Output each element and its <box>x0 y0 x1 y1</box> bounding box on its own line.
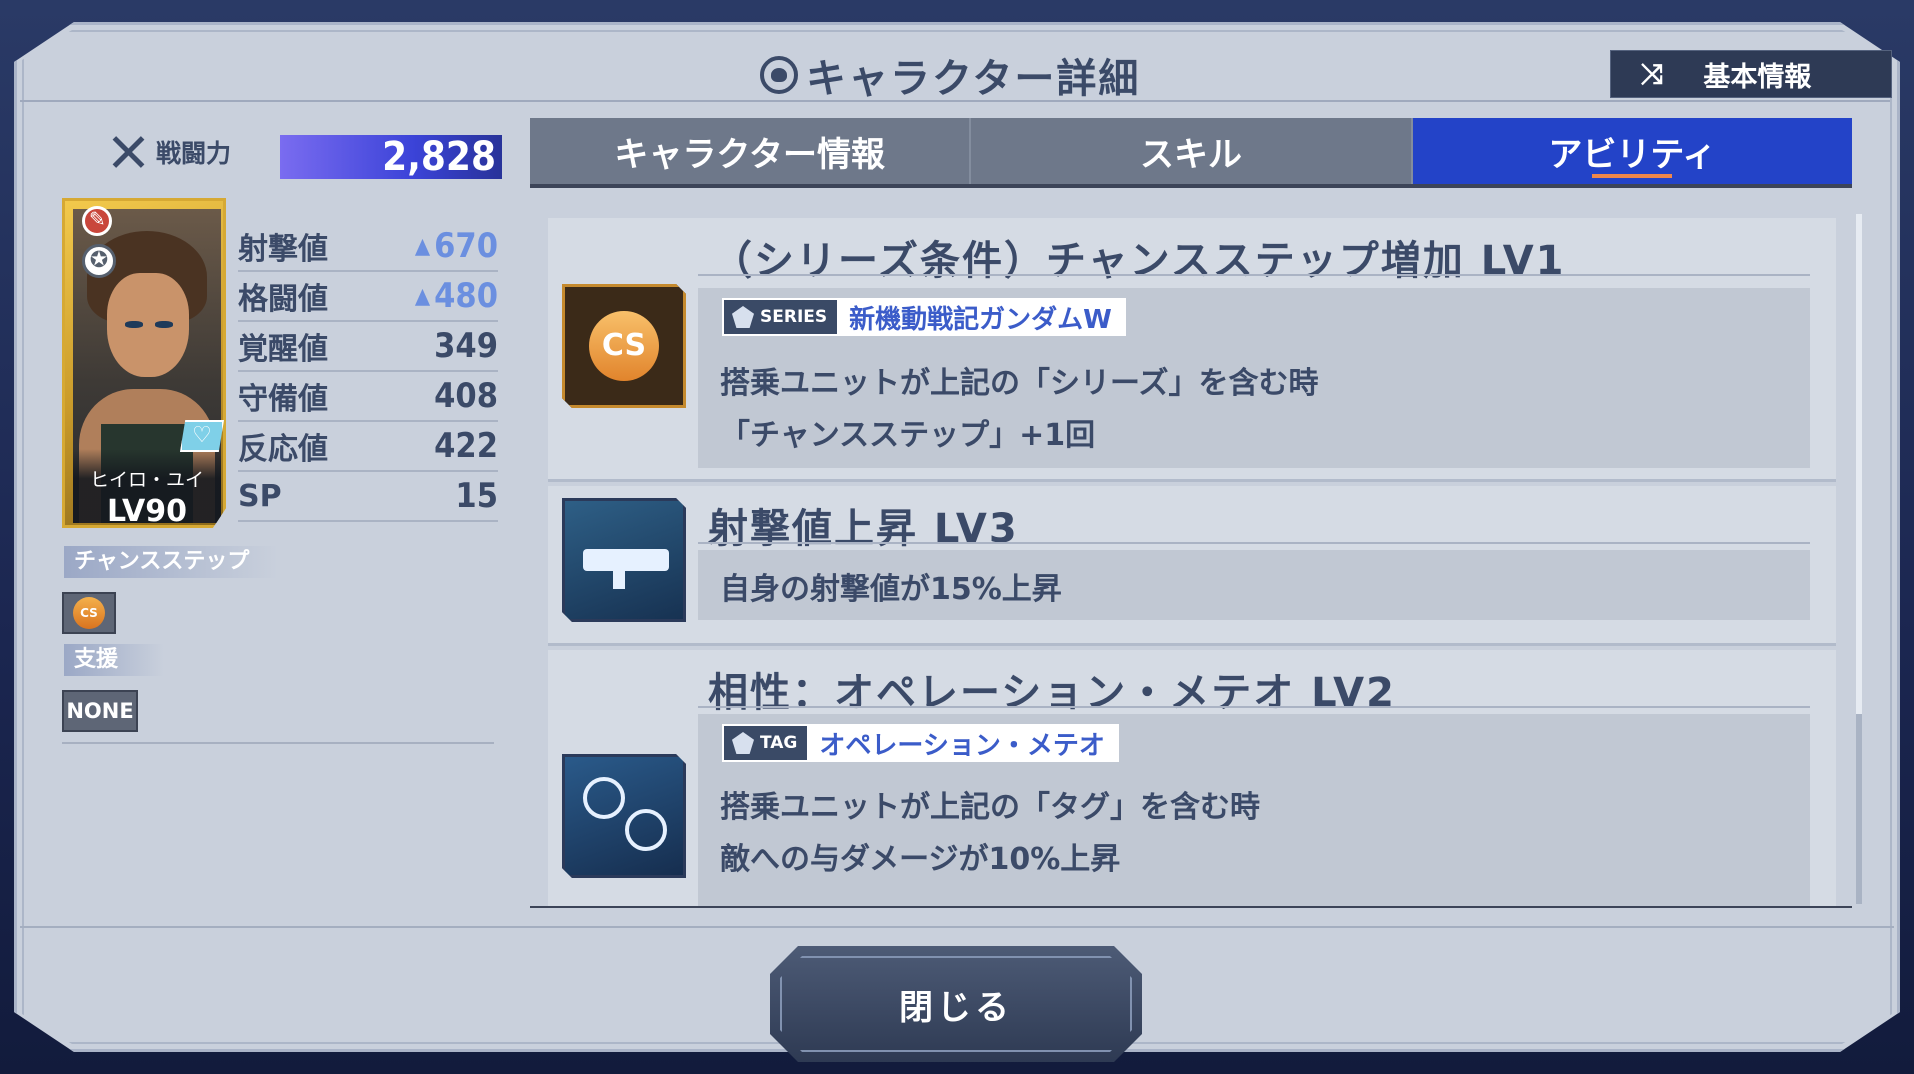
gun-body <box>583 549 669 571</box>
ability-title: 射撃値上昇 LV3 <box>708 506 1019 552</box>
character-name-box: ヒイロ・ユイ LV90 <box>73 449 221 523</box>
character-icon <box>760 56 798 94</box>
tag-name: オペレーション・メテオ <box>819 730 1105 761</box>
basic-info-label: 基本情報 <box>1703 61 1812 93</box>
chip-kind-label: TAG <box>760 733 798 753</box>
stat-value: ▲ 480 <box>415 276 498 316</box>
description-line: 自身の射撃値が15%上昇 <box>720 572 1062 607</box>
chance-step-ability-icon: CS <box>562 284 686 408</box>
stat-number: 670 <box>434 226 498 266</box>
stat-value: 15 <box>455 476 498 516</box>
basic-info-button[interactable]: ⤨ 基本情報 <box>1610 50 1892 98</box>
shuffle-icon: ⤨ <box>1641 57 1664 90</box>
description-line: 敵への与ダメージが10%上昇 <box>720 842 1121 877</box>
cs-icon: CS <box>589 311 659 381</box>
footer-divider <box>20 926 1894 928</box>
ability-description: 自身の射撃値が15%上昇 <box>698 550 1810 620</box>
ability-title: 相性：オペレーション・メテオ LV2 <box>708 670 1396 716</box>
support-value: NONE <box>62 690 138 732</box>
stat-value: 349 <box>434 326 498 366</box>
character-level: LV90 <box>107 494 187 523</box>
tab-skill[interactable]: スキル <box>971 118 1413 184</box>
ability-card: 射撃値上昇 LV3 自身の射撃値が15%上昇 <box>548 486 1836 646</box>
scroll-thumb[interactable] <box>1856 214 1862 714</box>
title-underline <box>698 274 1810 276</box>
tag-chip-kind: TAG <box>724 726 808 760</box>
header-divider <box>20 100 1890 102</box>
stat-value: ▲ 670 <box>415 226 498 266</box>
stat-label: 射撃値 <box>238 232 328 267</box>
series-chip-kind: SERIES <box>724 300 838 334</box>
power-label-group: 戦闘力 <box>108 132 231 172</box>
header: キャラクター詳細 ⤨ 基本情報 <box>20 30 1892 104</box>
pilot-badge-shape <box>625 809 667 851</box>
stat-label: 反応値 <box>238 432 328 467</box>
ability-description: TAG オペレーション・メテオ 搭乗ユニットが上記の「タグ」を含む時 敵への与ダ… <box>698 714 1810 908</box>
stat-row: 格闘値 ▲ 480 <box>238 272 498 322</box>
crossed-swords-icon <box>108 132 148 172</box>
description-line: 「チャンスステップ」+1回 <box>720 418 1096 453</box>
stat-label: 覚醒値 <box>238 332 328 367</box>
chance-step-label: チャンスステップ <box>64 546 278 578</box>
gun-grip <box>613 567 625 589</box>
stat-row: 反応値 422 <box>238 422 498 472</box>
stat-value: 408 <box>434 376 498 416</box>
stat-label: 守備値 <box>238 382 328 417</box>
up-arrow-icon: ▲ <box>414 283 431 309</box>
pilot-tag-icon <box>562 754 686 878</box>
stat-row: 射撃値 ▲ 670 <box>238 222 498 272</box>
stat-label: 格闘値 <box>238 282 328 317</box>
tab-ability[interactable]: アビリティ <box>1412 118 1852 184</box>
support-label: 支援 <box>64 644 164 676</box>
stats-list: 射撃値 ▲ 670 格闘値 ▲ 480 覚醒値 349 守備値 408 反応値 42… <box>238 222 498 522</box>
list-bottom-border <box>530 906 1852 908</box>
up-arrow-icon: ▲ <box>414 233 431 259</box>
gundam-head-icon <box>732 306 754 328</box>
title-underline <box>698 706 1810 708</box>
portrait-face <box>107 273 189 377</box>
left-divider <box>62 742 494 744</box>
close-button[interactable]: 閉じる <box>770 946 1142 1062</box>
title-group: キャラクター詳細 <box>760 46 1140 104</box>
tag-chip: TAG オペレーション・メテオ <box>722 724 1119 762</box>
ability-list[interactable]: CS （シリーズ条件）チャンスステップ増加 LV1 SERIES 新機動戦記ガン… <box>548 218 1836 908</box>
gundam-head-icon <box>732 732 754 754</box>
heart-icon: ♡ <box>180 420 224 452</box>
role-badge-icon <box>82 206 112 236</box>
portrait-eye-right <box>155 321 173 328</box>
ability-title: （シリーズ条件）チャンスステップ増加 LV1 <box>712 238 1566 284</box>
star-badge-icon: ✪ <box>82 244 116 278</box>
power-value: 2,828 <box>280 135 502 179</box>
stat-row: 守備値 408 <box>238 372 498 422</box>
stat-label: SP <box>238 478 282 514</box>
ability-card: CS （シリーズ条件）チャンスステップ増加 LV1 SERIES 新機動戦記ガン… <box>548 218 1836 482</box>
tab-character-info[interactable]: キャラクター情報 <box>530 118 972 184</box>
character-name: ヒイロ・ユイ <box>89 469 204 491</box>
stat-number: 480 <box>434 276 498 316</box>
cs-icon: CS <box>73 597 105 629</box>
stat-row: 覚醒値 349 <box>238 322 498 372</box>
power-label: 戦闘力 <box>156 139 232 168</box>
series-name: 新機動戦記ガンダムW <box>849 304 1112 335</box>
title-underline <box>698 542 1810 544</box>
tab-bar: キャラクター情報 スキル アビリティ <box>530 118 1852 188</box>
stat-row: SP 15 <box>238 472 498 522</box>
ability-description: SERIES 新機動戦記ガンダムW 搭乗ユニットが上記の「シリーズ」を含む時 「… <box>698 288 1810 468</box>
description-line: 搭乗ユニットが上記の「タグ」を含む時 <box>720 790 1260 825</box>
chip-kind-label: SERIES <box>760 307 828 327</box>
series-chip: SERIES 新機動戦記ガンダムW <box>722 298 1126 336</box>
close-label: 閉じる <box>899 987 1013 1028</box>
stat-value: 422 <box>434 426 498 466</box>
ability-scrollbar[interactable] <box>1856 214 1862 904</box>
page-title: キャラクター詳細 <box>806 56 1141 102</box>
chance-step-badge[interactable]: CS <box>62 592 116 634</box>
gun-icon <box>562 498 686 622</box>
ability-card: 相性：オペレーション・メテオ LV2 TAG オペレーション・メテオ 搭乗ユニッ… <box>548 650 1836 908</box>
description-line: 搭乗ユニットが上記の「シリーズ」を含む時 <box>720 366 1319 401</box>
portrait-eye-left <box>125 321 143 328</box>
pilot-helmet-shape <box>583 777 625 819</box>
